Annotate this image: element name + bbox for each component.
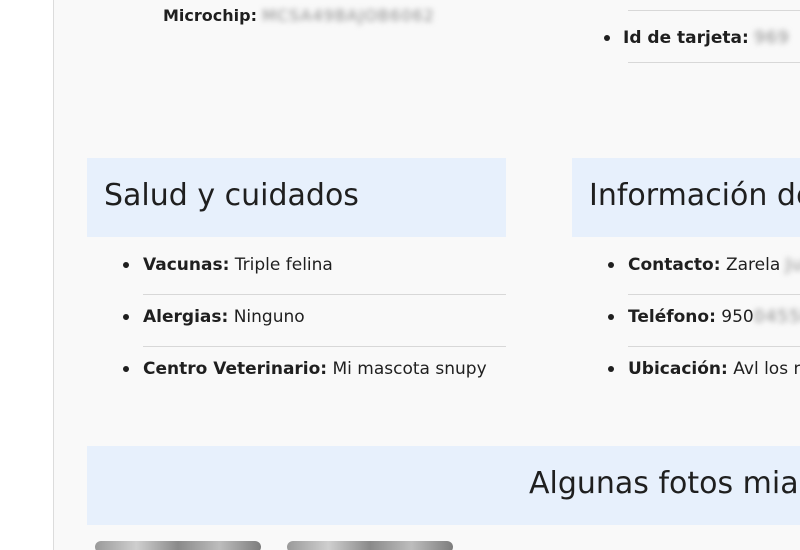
salud-header: Salud y cuidados: [87, 158, 506, 237]
list-item-contacto: Contacto: Zarela Julca: [608, 243, 800, 295]
info-list: Contacto: Zarela Julca Teléfono: 9500455…: [608, 243, 800, 398]
salud-title: Salud y cuidados: [104, 178, 359, 213]
pet-profile-page: Microchip: MCSA49BAJOB6062 Id de tarjeta…: [54, 0, 800, 550]
bullet: [604, 35, 610, 41]
item-label: Ubicación:: [628, 359, 728, 379]
item-value: Triple felina: [234, 255, 333, 275]
tarjeta-row: Id de tarjeta: 969: [604, 28, 790, 48]
item-value: Ninguno: [233, 307, 305, 327]
microchip-value-blurred: MCSA49BAJOB6062: [262, 6, 435, 25]
divider: [628, 10, 800, 11]
salud-list: Vacunas: Triple felina Alergias: Ninguno…: [123, 243, 506, 398]
list-item-alergias: Alergias: Ninguno: [123, 295, 506, 347]
microchip-label: Microchip:: [163, 6, 257, 25]
item-value: 950: [721, 307, 754, 327]
item-value: Avl los ne: [733, 359, 800, 379]
tarjeta-label: Id de tarjeta:: [623, 28, 749, 48]
item-label: Vacunas:: [143, 255, 230, 275]
list-item-telefono: Teléfono: 950045584: [608, 295, 800, 347]
info-title: Información de: [589, 178, 800, 213]
microchip-row: Microchip: MCSA49BAJOB6062: [163, 6, 435, 25]
item-value-blurred: Julca: [785, 255, 800, 275]
tarjeta-value-blurred: 969: [754, 28, 790, 48]
list-item-vacunas: Vacunas: Triple felina: [123, 243, 506, 295]
info-header: Información de: [572, 158, 800, 237]
photo-thumbnail[interactable]: [95, 541, 261, 550]
list-item-centro-veterinario: Centro Veterinario: Mi mascota snupy: [123, 347, 506, 398]
left-sidebar-rail: [0, 0, 54, 550]
fotos-title: Algunas fotos mias:: [529, 466, 800, 501]
item-label: Teléfono:: [628, 307, 716, 327]
item-value: Zarela: [725, 255, 781, 275]
item-label: Alergias:: [143, 307, 229, 327]
item-label: Centro Veterinario:: [143, 359, 328, 379]
item-label: Contacto:: [628, 255, 721, 275]
fotos-header: Algunas fotos mias:: [87, 446, 800, 525]
item-value: Mi mascota snupy: [332, 359, 487, 379]
photo-thumbnail[interactable]: [287, 541, 453, 550]
item-value-blurred: 045584: [753, 307, 800, 327]
list-item-ubicacion: Ubicación: Avl los ne: [608, 347, 800, 398]
divider: [628, 62, 800, 63]
